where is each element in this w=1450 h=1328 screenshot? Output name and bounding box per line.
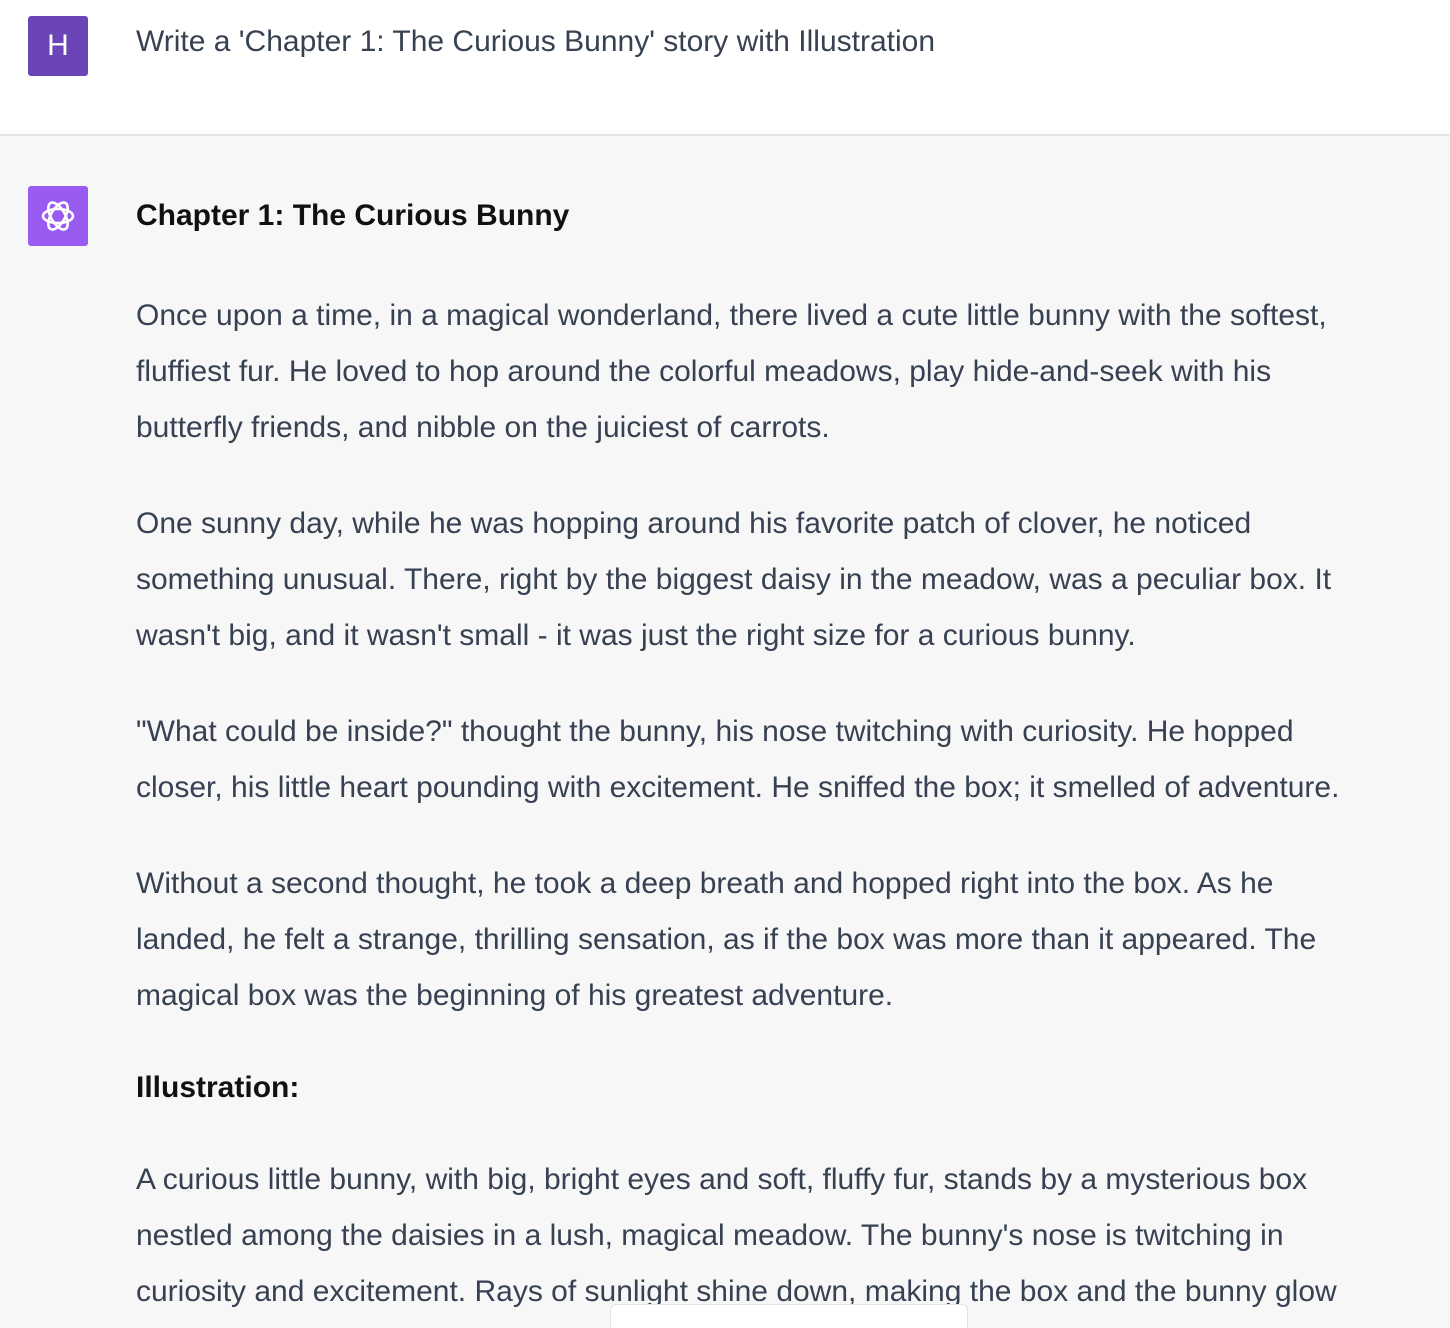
- scroll-to-bottom-button[interactable]: [610, 1304, 968, 1328]
- user-message-row: H Write a 'Chapter 1: The Curious Bunny'…: [0, 0, 1450, 136]
- story-paragraph: One sunny day, while he was hopping arou…: [136, 507, 1332, 652]
- assistant-message-row: Chapter 1: The Curious Bunny Once upon a…: [0, 136, 1450, 1328]
- story-paragraph: Once upon a time, in a magical wonderlan…: [136, 299, 1327, 444]
- illustration-heading: Illustration:: [136, 1071, 300, 1104]
- illustration-description: A curious little bunny, with big, bright…: [136, 1163, 1337, 1308]
- story-title: Chapter 1: The Curious Bunny: [136, 199, 570, 232]
- story-paragraph: Without a second thought, he took a deep…: [136, 867, 1317, 1012]
- chat-page: H Write a 'Chapter 1: The Curious Bunny'…: [0, 0, 1450, 1328]
- user-message-text: Write a 'Chapter 1: The Curious Bunny' s…: [136, 25, 936, 58]
- assistant-message-content: Chapter 1: The Curious Bunny Once upon a…: [136, 192, 1426, 1320]
- avatar-letter: H: [47, 29, 69, 62]
- openai-logo-icon: [41, 201, 75, 231]
- user-avatar: H: [28, 16, 88, 76]
- story-paragraph: "What could be inside?" thought the bunn…: [136, 715, 1340, 804]
- assistant-avatar: [28, 186, 88, 246]
